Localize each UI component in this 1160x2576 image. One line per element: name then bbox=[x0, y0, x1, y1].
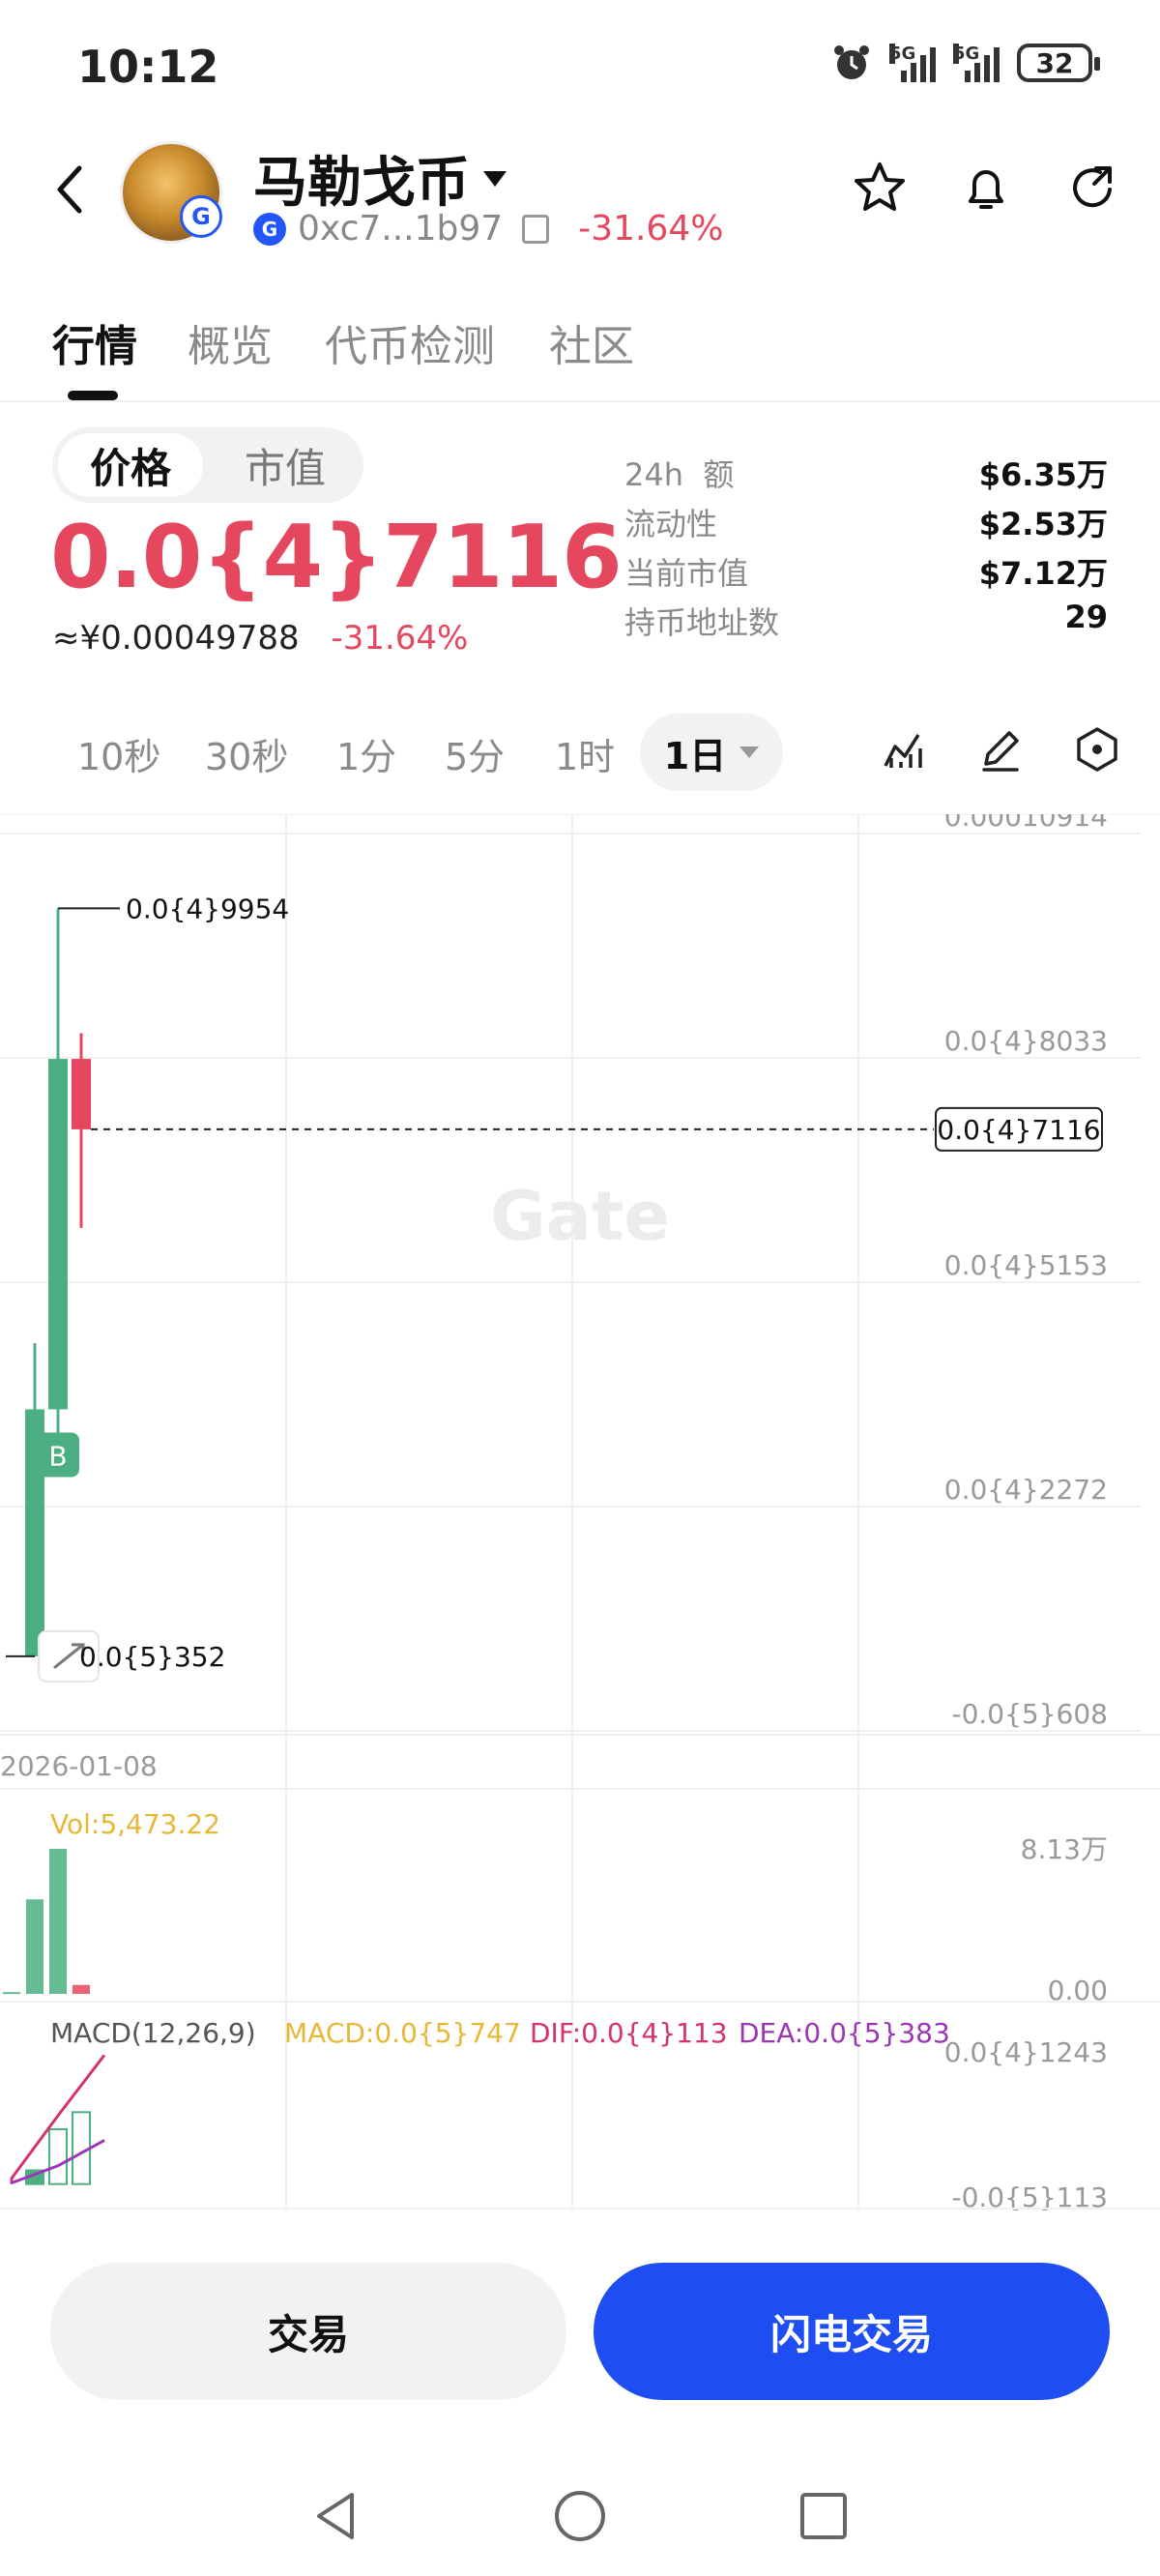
address-row: G 0xc7...1b97 -31.64% bbox=[253, 209, 723, 249]
tab-market[interactable]: 行情 bbox=[52, 311, 137, 373]
chain-badge-icon: G bbox=[180, 195, 222, 238]
header-actions bbox=[851, 159, 1121, 217]
tab-overview[interactable]: 概览 bbox=[188, 311, 273, 373]
bell-icon[interactable] bbox=[957, 159, 1015, 217]
flash-trade-button[interactable]: 闪电交易 bbox=[594, 2263, 1110, 2400]
candle-body bbox=[72, 1059, 91, 1129]
buy-marker-label: B bbox=[48, 1441, 67, 1473]
indicator-icon[interactable] bbox=[880, 725, 928, 774]
star-icon[interactable] bbox=[851, 159, 909, 217]
watermark-text: Gate bbox=[490, 1177, 670, 1256]
toggle-market-cap[interactable]: 市值 bbox=[213, 433, 358, 497]
y-axis-label: 0.0{4}5153 bbox=[944, 1249, 1108, 1281]
nav-recents-icon[interactable] bbox=[795, 2487, 853, 2545]
stat-row: 持币地址数 29 bbox=[624, 599, 1108, 648]
volume-y-label: 8.13万 bbox=[1021, 1833, 1108, 1865]
current-price: 0.0{4}7116 bbox=[50, 507, 623, 608]
token-name: 马勒戈币 bbox=[253, 152, 470, 215]
last-price-tag-label: 0.0{4}7116 bbox=[937, 1114, 1100, 1146]
copy-icon[interactable] bbox=[522, 214, 550, 244]
interval-5m[interactable]: 5分 bbox=[445, 727, 505, 780]
stat-label: 24h 额 bbox=[624, 456, 735, 493]
tab-community[interactable]: 社区 bbox=[549, 311, 634, 373]
interval-selected: 1日 bbox=[663, 734, 727, 777]
interval-30s[interactable]: 30秒 bbox=[205, 727, 288, 780]
stat-value: $2.53万 bbox=[978, 506, 1108, 542]
chart-tools bbox=[880, 725, 1121, 774]
interval-bar: 10秒 30秒 1分 5分 1时 1日 bbox=[0, 714, 1160, 793]
high-price-label: 0.0{4}9954 bbox=[126, 893, 289, 924]
tab-indicator bbox=[68, 391, 118, 400]
token-stats: 24h 额 $6.35万 流动性 $2.53万 当前市值 $7.12万 持币地址… bbox=[624, 451, 1108, 648]
price-cny-row: ≈¥0.00049788 -31.64% bbox=[52, 619, 468, 658]
stat-row: 当前市值 $7.12万 bbox=[624, 549, 1108, 599]
stat-label: 流动性 bbox=[624, 506, 718, 542]
price-mcap-toggle: 价格 市值 bbox=[52, 427, 363, 503]
trade-button[interactable]: 交易 bbox=[50, 2263, 566, 2400]
low-price-label: 0.0{5}352 bbox=[79, 1641, 225, 1673]
y-axis-label: 0.0{4}8033 bbox=[944, 1025, 1108, 1057]
battery-icon: 32 bbox=[1017, 44, 1100, 82]
stat-row: 流动性 $2.53万 bbox=[624, 500, 1108, 549]
token-header: G 马勒戈币 G 0xc7...1b97 -31.64% bbox=[0, 135, 1160, 261]
y-axis-label: -0.0{5}608 bbox=[951, 1698, 1108, 1730]
caret-down-icon bbox=[740, 746, 760, 758]
volume-bar bbox=[26, 1899, 44, 1994]
volume-bar bbox=[3, 1992, 20, 1995]
dif-value-label: DIF:0.0{4}113 bbox=[530, 2017, 728, 2049]
status-time: 10:12 bbox=[77, 41, 219, 93]
share-icon[interactable] bbox=[1063, 159, 1121, 217]
stat-value: $6.35万 bbox=[978, 456, 1108, 493]
pencil-icon[interactable] bbox=[976, 725, 1025, 774]
macd-y-label: 0.0{4}1243 bbox=[944, 2036, 1108, 2068]
price-chart[interactable]: 0.00010914 0.0{4}8033 0.0{4}5153 0.0{4}2272… bbox=[0, 814, 1160, 2210]
hexagon-settings-icon[interactable] bbox=[1073, 725, 1121, 774]
chain-icon: G bbox=[253, 212, 286, 246]
toggle-price[interactable]: 价格 bbox=[58, 433, 203, 497]
nav-home-icon[interactable] bbox=[551, 2487, 609, 2545]
token-name-dropdown[interactable]: 马勒戈币 bbox=[253, 139, 507, 218]
main-tabs: 行情 概览 代币检测 社区 bbox=[0, 302, 1160, 402]
signal-icon: 5G bbox=[953, 44, 1000, 82]
volume-bar bbox=[49, 1849, 67, 1994]
alarm-icon bbox=[834, 45, 869, 79]
macd-y-label: -0.0{5}113 bbox=[951, 2181, 1108, 2210]
macd-title: MACD(12,26,9) bbox=[50, 2017, 256, 2049]
token-address: 0xc7...1b97 bbox=[298, 209, 504, 249]
y-axis-label: 0.0{4}2272 bbox=[944, 1474, 1108, 1506]
stat-value: 29 bbox=[1064, 599, 1108, 635]
price-cny: ≈¥0.00049788 bbox=[52, 619, 300, 658]
status-bar: 10:12 5G 5G 32 bbox=[0, 0, 1160, 145]
macd-histogram-bar bbox=[48, 2128, 68, 2185]
nav-back-icon[interactable] bbox=[307, 2487, 365, 2545]
x-axis-date-label: 2026-01-08 bbox=[0, 1750, 158, 1782]
dea-value-label: DEA:0.0{5}383 bbox=[739, 2017, 950, 2049]
interval-1h[interactable]: 1时 bbox=[555, 727, 615, 780]
status-icons: 5G 5G 32 bbox=[831, 43, 1100, 83]
volume-bar bbox=[72, 1984, 90, 1994]
interval-1m[interactable]: 1分 bbox=[336, 727, 396, 780]
stat-value: $7.12万 bbox=[978, 555, 1108, 592]
interval-1d-dropdown[interactable]: 1日 bbox=[640, 714, 783, 791]
stat-label: 持币地址数 bbox=[624, 604, 780, 641]
price-change: -31.64% bbox=[331, 619, 469, 658]
header-change: -31.64% bbox=[578, 209, 724, 249]
tab-token-check[interactable]: 代币检测 bbox=[325, 311, 495, 373]
stat-row: 24h 额 $6.35万 bbox=[624, 451, 1108, 500]
signal-icon: 5G bbox=[889, 44, 936, 82]
volume-label: Vol:5,473.22 bbox=[50, 1808, 220, 1840]
interval-10s[interactable]: 10秒 bbox=[77, 727, 160, 780]
system-nav-bar bbox=[0, 2456, 1160, 2576]
stat-label: 当前市值 bbox=[624, 555, 749, 592]
candle-body bbox=[48, 1059, 68, 1410]
macd-value-label: MACD:0.0{5}747 bbox=[284, 2017, 521, 2049]
chart-canvas[interactable]: 0.00010914 0.0{4}8033 0.0{4}5153 0.0{4}2272… bbox=[0, 814, 1160, 2210]
caret-down-icon bbox=[483, 170, 507, 187]
y-axis-label: 0.00010914 bbox=[944, 814, 1108, 833]
back-arrow-icon[interactable] bbox=[46, 161, 95, 219]
